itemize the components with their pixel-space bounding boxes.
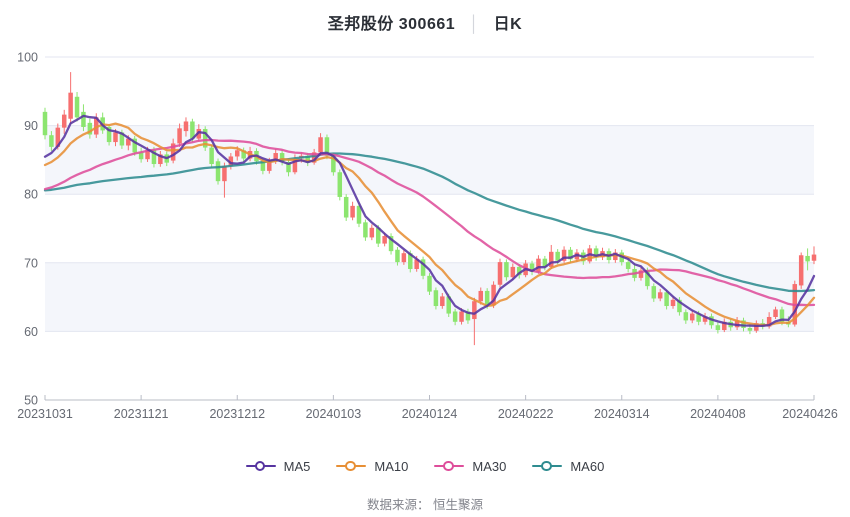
legend-item-ma5[interactable]: MA5 [246, 459, 311, 474]
candle-body[interactable] [555, 252, 560, 261]
candle-body[interactable] [658, 292, 663, 298]
candle-body[interactable] [440, 296, 445, 306]
x-tick-label: 20231031 [17, 407, 73, 421]
ma-legend: MA5 MA10 MA30 MA60 [0, 455, 850, 477]
kline-chart-panel: 圣邦股份 300661│日K 2023103120231121202312122… [0, 0, 850, 517]
candle-body[interactable] [671, 300, 676, 306]
candle-body[interactable] [350, 206, 355, 218]
candle-body[interactable] [805, 256, 810, 261]
candle-body[interactable] [81, 112, 86, 127]
candle-body[interactable] [504, 262, 509, 277]
candle-body[interactable] [536, 259, 541, 272]
x-tick-label: 20240222 [498, 407, 554, 421]
candle-body[interactable] [49, 135, 54, 147]
candle-body[interactable] [363, 222, 368, 237]
y-tick-label: 50 [24, 394, 38, 408]
data-source-note: 数据来源： 恒生聚源 [0, 494, 850, 513]
x-tick-label: 20240314 [594, 407, 650, 421]
x-tick-label: 20240408 [690, 407, 746, 421]
candle-body[interactable] [402, 253, 407, 262]
candle-body[interactable] [511, 267, 516, 277]
candle-body[interactable] [222, 166, 227, 181]
legend-line-marker-icon [434, 460, 464, 472]
candle-body[interactable] [748, 328, 753, 331]
y-tick-label: 90 [24, 119, 38, 133]
candle-body[interactable] [43, 112, 48, 135]
candle-body[interactable] [799, 255, 804, 285]
candle-body[interactable] [338, 172, 343, 197]
candle-body[interactable] [773, 309, 778, 317]
candle-body[interactable] [382, 236, 387, 244]
candle-body[interactable] [113, 132, 118, 142]
candle-body[interactable] [453, 312, 458, 322]
legend-label: MA10 [374, 459, 408, 474]
x-tick-label: 20240124 [402, 407, 458, 421]
candle-body[interactable] [690, 314, 695, 321]
y-tick-label: 100 [17, 51, 38, 65]
y-tick-label: 60 [24, 325, 38, 339]
y-tick-label: 70 [24, 256, 38, 270]
candle-body[interactable] [216, 161, 221, 181]
candle-body[interactable] [235, 150, 240, 156]
candle-body[interactable] [344, 197, 349, 218]
legend-label: MA5 [284, 459, 311, 474]
candle-body[interactable] [395, 250, 400, 262]
candle-body[interactable] [318, 137, 323, 152]
candle-body[interactable] [812, 255, 817, 261]
legend-line-marker-icon [336, 460, 366, 472]
candle-body[interactable] [184, 121, 189, 131]
candle-body[interactable] [75, 97, 80, 118]
kline-chart[interactable]: 20231031 20231121 20231212 20240103 20240124… [0, 0, 850, 432]
x-tick-label: 20231212 [209, 407, 265, 421]
x-tick-label: 20240426 [782, 407, 838, 421]
candle-body[interactable] [62, 115, 67, 128]
legend-item-ma10[interactable]: MA10 [336, 459, 408, 474]
legend-label: MA30 [472, 459, 506, 474]
legend-line-marker-icon [246, 460, 276, 472]
candle-body[interactable] [626, 262, 631, 269]
candle-body[interactable] [68, 93, 73, 119]
candle-body[interactable] [209, 148, 214, 164]
x-tick-label: 20240103 [306, 407, 362, 421]
x-tick-label: 20231121 [114, 407, 169, 421]
candle-body[interactable] [459, 312, 464, 322]
legend-item-ma60[interactable]: MA60 [532, 459, 604, 474]
candle-body[interactable] [370, 228, 375, 238]
candle-body[interactable] [472, 301, 477, 319]
candle-body[interactable] [498, 262, 503, 285]
candle-body[interactable] [652, 286, 657, 298]
candle-body[interactable] [716, 325, 721, 330]
candle-body[interactable] [664, 292, 669, 306]
candle-body[interactable] [684, 312, 689, 320]
candle-body[interactable] [434, 290, 439, 306]
legend-label: MA60 [570, 459, 604, 474]
candle-body[interactable] [177, 128, 182, 143]
candle-body[interactable] [479, 291, 484, 301]
legend-item-ma30[interactable]: MA30 [434, 459, 506, 474]
y-tick-label: 80 [24, 188, 38, 202]
legend-line-marker-icon [532, 460, 562, 472]
candle-body[interactable] [427, 276, 432, 292]
